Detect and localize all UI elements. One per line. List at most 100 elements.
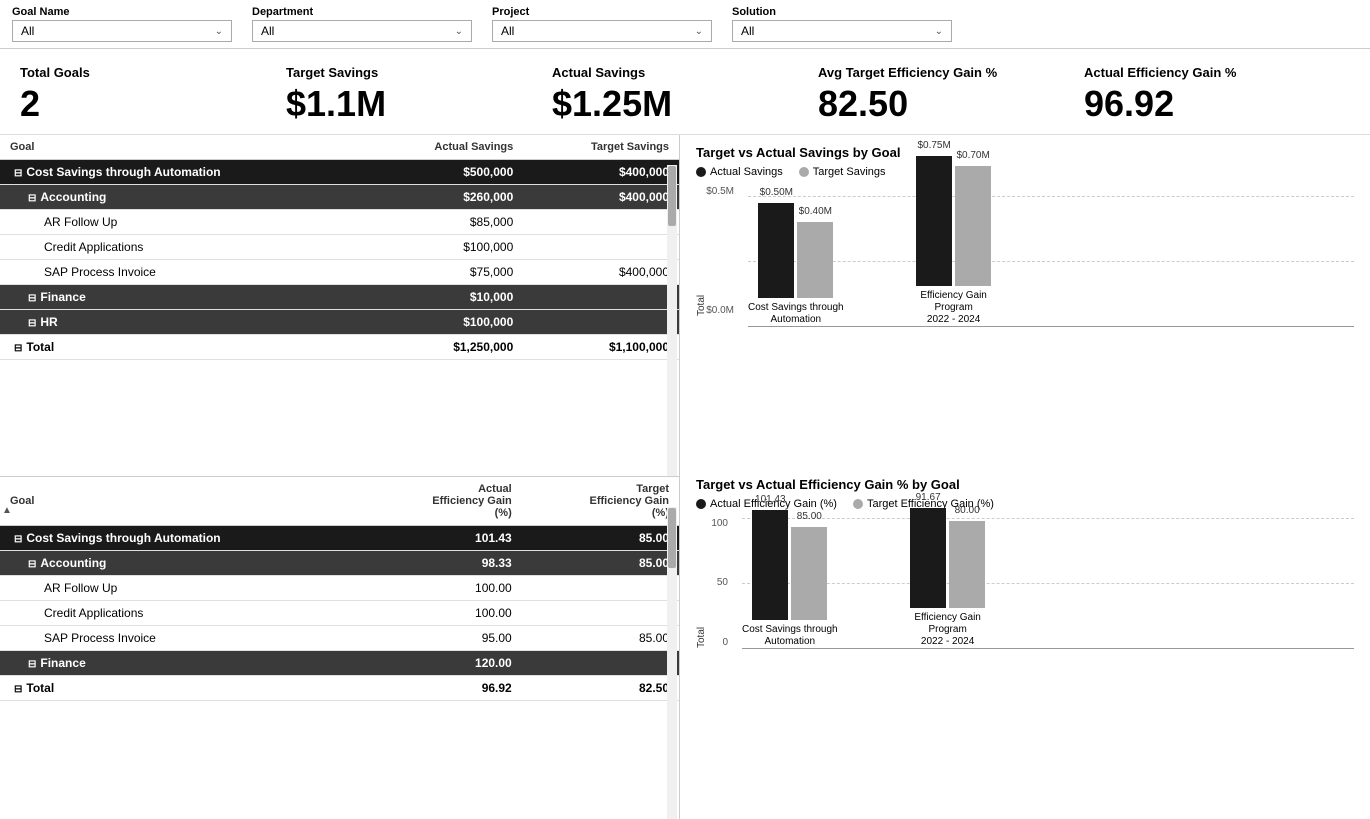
gridline2-bottom: [742, 648, 1354, 649]
chart2-y-title: Total: [696, 568, 707, 648]
chart1-bars: $0.50M$0.40MCost Savings throughAutomati…: [748, 196, 1354, 326]
table-row[interactable]: AR Follow Up $85,000: [0, 209, 679, 234]
table-row[interactable]: ⊟Accounting 98.33 85.00: [0, 551, 679, 576]
cell-actual-eff: 120.00: [365, 651, 522, 676]
filter-group-solution: Solution All ⌄: [732, 6, 952, 42]
table-row[interactable]: ⊟Total $1,250,000 $1,100,000: [0, 334, 679, 359]
bars-0: $0.50M$0.40M: [758, 203, 833, 298]
cell-target: $1,100,000: [523, 334, 679, 359]
bar2-label-top: 101.43: [755, 494, 786, 505]
filter-label-3: Solution: [732, 6, 952, 18]
cell-target-eff: 85.00: [522, 526, 679, 551]
cell-target: $400,000: [523, 184, 679, 209]
savings-table-section: Goal Actual Savings Target Savings ⊟Cost…: [0, 135, 679, 478]
table-row[interactable]: ⊟Cost Savings through Automation 101.43 …: [0, 526, 679, 551]
bars-1: $0.75M$0.70M: [916, 156, 991, 286]
col-goal-2: Goal: [0, 477, 365, 526]
cell-target: $400,000: [523, 159, 679, 184]
expand-icon: ⊟: [28, 659, 36, 670]
col-goal-1: Goal: [0, 135, 366, 160]
efficiency-table-section: Goal ActualEfficiency Gain(%) TargetEffi…: [0, 477, 679, 819]
kpi-item-1: Target Savings $1.1M: [286, 65, 552, 124]
table-row[interactable]: SAP Process Invoice $75,000 $400,000: [0, 259, 679, 284]
scroll-thumb-2[interactable]: [668, 508, 676, 568]
chevron-down-icon-2: ⌄: [695, 26, 703, 37]
cell-name: ⊟Total: [0, 334, 366, 359]
table-row[interactable]: ⊟HR $100,000: [0, 309, 679, 334]
table-row[interactable]: ⊟Finance 120.00: [0, 651, 679, 676]
filter-value-2: All: [501, 24, 514, 38]
table-row[interactable]: SAP Process Invoice 95.00 85.00: [0, 626, 679, 651]
bar-0-1: $0.40M: [797, 222, 833, 298]
table-row[interactable]: ⊟Finance $10,000: [0, 284, 679, 309]
bar2-group-1: 91.6780.00Efficiency Gain Program2022 - …: [898, 508, 998, 648]
kpi-item-3: Avg Target Efficiency Gain % 82.50: [818, 65, 1084, 124]
cell-target: [523, 284, 679, 309]
chart2-legend: Actual Efficiency Gain (%)Target Efficie…: [696, 498, 1354, 510]
chart1-y-title: Total: [696, 236, 707, 316]
filter-select-3[interactable]: All ⌄: [732, 20, 952, 42]
cell-actual: $500,000: [366, 159, 523, 184]
bar2-label-top: 80.00: [955, 505, 980, 516]
expand-icon: ⊟: [14, 534, 22, 545]
cell-actual: $10,000: [366, 284, 523, 309]
left-panel: Goal Actual Savings Target Savings ⊟Cost…: [0, 135, 680, 819]
kpi-label-3: Avg Target Efficiency Gain %: [818, 65, 997, 80]
kpi-label-2: Actual Savings: [552, 65, 645, 80]
cell-actual-eff: 100.00: [365, 601, 522, 626]
bar2-0-1: 85.00: [791, 527, 827, 620]
cell-name: AR Follow Up: [0, 576, 365, 601]
filter-select-0[interactable]: All ⌄: [12, 20, 232, 42]
col-actual-savings: Actual Savings: [366, 135, 523, 160]
bar-group-0: $0.50M$0.40MCost Savings throughAutomati…: [748, 203, 844, 326]
bar2-label-top: 85.00: [797, 511, 822, 522]
bar2-1-1: 80.00: [949, 521, 985, 608]
kpi-value-0: 2: [20, 84, 40, 124]
cell-target: [523, 234, 679, 259]
legend2-dot-0: [696, 499, 706, 509]
cell-name: Credit Applications: [0, 601, 365, 626]
expand-icon: ⊟: [14, 168, 22, 179]
table-row[interactable]: AR Follow Up 100.00: [0, 576, 679, 601]
col-actual-eff: ActualEfficiency Gain(%): [365, 477, 522, 526]
scroll-indicator-1[interactable]: [667, 165, 677, 477]
cell-name: ⊟Finance: [0, 284, 366, 309]
kpi-item-2: Actual Savings $1.25M: [552, 65, 818, 124]
savings-table: Goal Actual Savings Target Savings ⊟Cost…: [0, 135, 679, 360]
filter-group-department: Department All ⌄: [252, 6, 472, 42]
cell-name: ⊟Finance: [0, 651, 365, 676]
table-row[interactable]: Credit Applications 100.00: [0, 601, 679, 626]
filter-label-1: Department: [252, 6, 472, 18]
cell-target-eff: [522, 601, 679, 626]
col-target-savings: Target Savings: [523, 135, 679, 160]
cell-actual: $100,000: [366, 234, 523, 259]
cell-target-eff: 82.50: [522, 676, 679, 701]
kpi-value-2: $1.25M: [552, 84, 672, 124]
kpi-row: Total Goals 2 Target Savings $1.1M Actua…: [0, 49, 1370, 135]
cell-actual-eff: 101.43: [365, 526, 522, 551]
filter-select-2[interactable]: All ⌄: [492, 20, 712, 42]
y-label-05m: $0.5M: [698, 186, 734, 197]
scroll-thumb-1[interactable]: [668, 166, 676, 226]
gridline-top: [748, 196, 1354, 197]
bar-0-0: $0.50M: [758, 203, 794, 298]
cell-actual: $75,000: [366, 259, 523, 284]
legend-item-1: Target Savings: [799, 166, 886, 178]
kpi-label-1: Target Savings: [286, 65, 378, 80]
chevron-down-icon-3: ⌄: [935, 26, 943, 37]
table-row[interactable]: ⊟Accounting $260,000 $400,000: [0, 184, 679, 209]
cell-target: $400,000: [523, 259, 679, 284]
table-row[interactable]: Credit Applications $100,000: [0, 234, 679, 259]
kpi-item-4: Actual Efficiency Gain % 96.92: [1084, 65, 1350, 124]
filter-select-1[interactable]: All ⌄: [252, 20, 472, 42]
filter-label-2: Project: [492, 6, 712, 18]
bar-label-top: $0.75M: [917, 140, 950, 151]
cell-name: ⊟Accounting: [0, 551, 365, 576]
kpi-label-0: Total Goals: [20, 65, 90, 80]
filter-value-0: All: [21, 24, 34, 38]
table-row[interactable]: ⊟Total 96.92 82.50: [0, 676, 679, 701]
scroll-indicator-2[interactable]: [667, 507, 677, 819]
legend-label-0: Actual Savings: [710, 166, 783, 178]
expand-icon: ⊟: [14, 684, 22, 695]
table-row[interactable]: ⊟Cost Savings through Automation $500,00…: [0, 159, 679, 184]
